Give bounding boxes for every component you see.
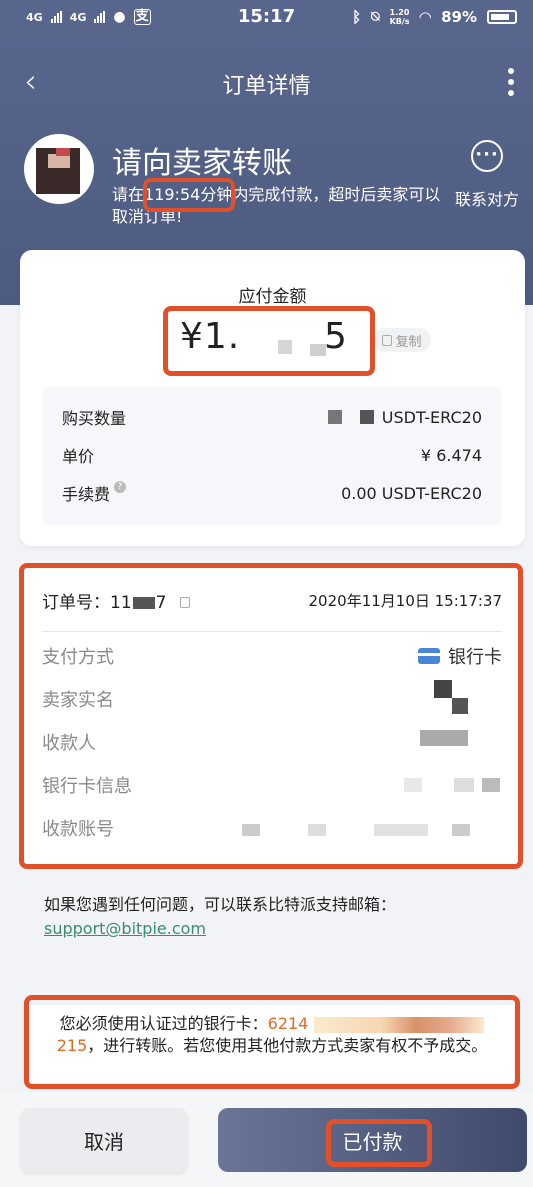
redacted-block bbox=[308, 824, 326, 836]
quantity-label: 购买数量 bbox=[62, 409, 127, 428]
support-text: 如果您遇到任何问题，可以联系比特派支持邮箱： bbox=[44, 895, 397, 914]
payment-method-row: 支付方式 银行卡 bbox=[42, 643, 502, 669]
redacted-block bbox=[327, 410, 342, 424]
copy-icon[interactable] bbox=[179, 597, 190, 608]
countdown-timer: 119:54 bbox=[144, 185, 201, 204]
redacted-block bbox=[404, 778, 422, 792]
fee-value: 0.00 USDT-ERC20 bbox=[341, 483, 482, 503]
card-number-end: 215 bbox=[56, 1036, 88, 1055]
fee-label: 手续费 bbox=[62, 485, 111, 504]
payment-method-value: 银行卡 bbox=[418, 643, 502, 669]
fee-label-wrap: 手续费? bbox=[62, 481, 127, 505]
unit-price-value: ¥ 6.474 bbox=[420, 445, 482, 465]
seller-name-label: 卖家实名 bbox=[42, 690, 114, 711]
amount-label: 应付金额 bbox=[238, 287, 307, 307]
mute-bell-icon: ⍉ bbox=[371, 9, 380, 25]
copy-label: 复制 bbox=[395, 334, 422, 350]
bank-card-warning: 您必须使用认证过的银行卡：6214 215，进行转账。若您使用其他付款方式卖家有… bbox=[30, 1005, 514, 1083]
redacted-block bbox=[242, 824, 260, 836]
order-number-start: 11 bbox=[110, 592, 132, 613]
cancel-button[interactable]: 取消 bbox=[20, 1108, 188, 1172]
copy-icon bbox=[382, 334, 393, 346]
paid-button[interactable]: 已付款 bbox=[218, 1108, 527, 1172]
redacted-block bbox=[278, 340, 292, 354]
account-number-row: 收款账号 bbox=[42, 815, 502, 841]
amount-prefix: ¥1. bbox=[180, 316, 241, 357]
wifi-icon: ◠ bbox=[419, 8, 432, 26]
redacted-block bbox=[359, 410, 374, 424]
battery-percent: 89% bbox=[441, 8, 477, 26]
support-email-link[interactable]: support@bitpie.com bbox=[44, 919, 206, 938]
avatar-image bbox=[36, 148, 80, 194]
quantity-value: USDT-ERC20 bbox=[327, 407, 482, 427]
bank-card-label: 银行卡 bbox=[448, 647, 502, 668]
net-speed: 1.20 KB/s bbox=[390, 8, 410, 26]
status-bar: 4G 4G ● 支 15:17 ᛒ ⍉ 1.20 KB/s ◠ 89% bbox=[0, 0, 533, 36]
net-speed-value: 1.20 bbox=[389, 8, 410, 17]
card-number-start: 6214 bbox=[267, 1014, 309, 1033]
account-number-label: 收款账号 bbox=[42, 819, 114, 840]
support-help-text: 如果您遇到任何问题，可以联系比特派支持邮箱： support@bitpie.co… bbox=[44, 893, 504, 941]
order-info-card: 订单号：11 7 2020年11月10日 15:17:37 支付方式 银行卡 卖家… bbox=[24, 568, 518, 864]
chat-bubble-icon bbox=[471, 140, 503, 172]
net-speed-unit: KB/s bbox=[389, 17, 410, 26]
order-summary-box: 购买数量 USDT-ERC20 单价 ¥ 6.474 手续费? 0.00 USD… bbox=[42, 387, 502, 525]
redacted-block bbox=[132, 596, 155, 609]
payee-label: 收款人 bbox=[42, 733, 96, 754]
warning-suffix: ，进行转账。若您使用其他付款方式卖家有权不予成交。 bbox=[87, 1036, 488, 1055]
help-icon[interactable]: ? bbox=[114, 481, 127, 493]
payment-method-label: 支付方式 bbox=[42, 647, 114, 668]
quantity-unit: USDT-ERC20 bbox=[381, 407, 482, 427]
bank-info-row: 银行卡信息 bbox=[42, 772, 502, 798]
redacted-block bbox=[452, 698, 468, 714]
order-number-end: 7 bbox=[155, 592, 167, 613]
action-bar: 取消 已付款 bbox=[0, 1092, 533, 1187]
countdown-text: 请在119:54分钟内完成付款，超时后卖家可以取消订单! bbox=[112, 184, 442, 228]
battery-icon bbox=[487, 10, 517, 24]
amount-card: 应付金额 ¥1. 5 复制 购买数量 USDT-ERC20 单价 ¥ 6.474… bbox=[20, 250, 525, 546]
redacted-block bbox=[482, 778, 500, 792]
order-timestamp: 2020年11月10日 15:17:37 bbox=[308, 591, 502, 610]
unit-price-row: 单价 ¥ 6.474 bbox=[62, 443, 482, 467]
bluetooth-icon: ᛒ bbox=[352, 8, 362, 26]
seller-avatar[interactable] bbox=[24, 134, 94, 204]
bank-card-icon bbox=[418, 648, 440, 664]
fee-row: 手续费? 0.00 USDT-ERC20 bbox=[62, 481, 482, 505]
redacted-block bbox=[434, 680, 452, 698]
nav-bar: ‹ 订单详情 bbox=[0, 58, 533, 108]
countdown-prefix: 请在 bbox=[112, 185, 145, 204]
unit-price-label: 单价 bbox=[62, 447, 95, 466]
contact-label: 联系对方 bbox=[454, 190, 519, 209]
more-options-icon[interactable] bbox=[507, 68, 515, 96]
order-number-label: 订单号： bbox=[42, 592, 110, 613]
transfer-title: 请向卖家转账 bbox=[112, 146, 292, 181]
contact-seller-button[interactable]: 联系对方 bbox=[449, 140, 525, 210]
redacted-block bbox=[454, 778, 474, 792]
redacted-block bbox=[452, 824, 470, 836]
redacted-block bbox=[374, 824, 428, 836]
amount-suffix: 5 bbox=[324, 316, 348, 357]
copy-amount-button[interactable]: 复制 bbox=[373, 328, 431, 352]
amount-value[interactable]: ¥1. bbox=[180, 316, 240, 357]
warning-prefix: 您必须使用认证过的银行卡： bbox=[59, 1014, 268, 1033]
quantity-row: 购买数量 USDT-ERC20 bbox=[62, 405, 482, 429]
redacted-block bbox=[420, 730, 468, 746]
order-header: 订单号：11 7 2020年11月10日 15:17:37 bbox=[42, 588, 502, 613]
divider bbox=[42, 631, 502, 632]
page-title: 订单详情 bbox=[222, 74, 311, 99]
order-number[interactable]: 订单号：11 7 bbox=[42, 588, 190, 613]
redacted-card-digits bbox=[314, 1016, 485, 1033]
bank-info-label: 银行卡信息 bbox=[42, 776, 132, 797]
seller-name-row: 卖家实名 bbox=[42, 686, 502, 712]
